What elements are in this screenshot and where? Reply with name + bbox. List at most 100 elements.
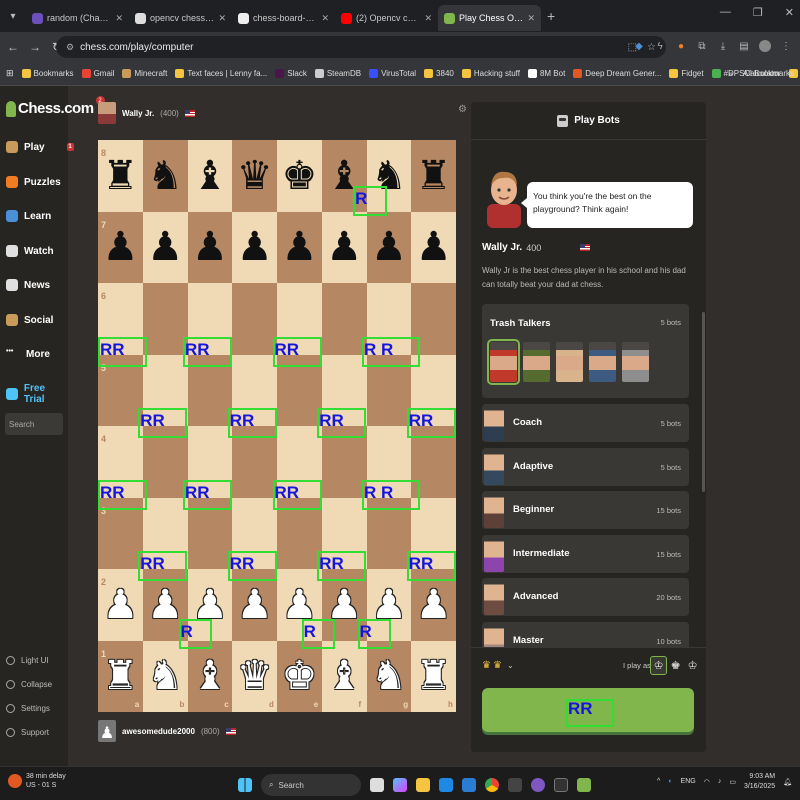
store-icon[interactable]	[462, 778, 476, 792]
trash-talker-bot-avatar[interactable]	[622, 342, 649, 382]
extension-orange-icon[interactable]: ●	[675, 40, 687, 52]
bookmark-item[interactable]: Text faces | Lenny fa...	[175, 69, 267, 78]
app-icon[interactable]	[508, 778, 522, 792]
trash-talker-bot-avatar[interactable]	[523, 342, 550, 382]
sidebar-search-input[interactable]	[5, 413, 63, 435]
board-square[interactable]	[142, 283, 188, 355]
extension-shield-icon[interactable]: ◆	[633, 40, 645, 52]
new-tab-button[interactable]: +	[547, 8, 555, 24]
panel-scrollbar[interactable]	[702, 312, 705, 492]
bot-category-advanced[interactable]: Advanced 20 bots	[482, 578, 689, 617]
all-bookmarks-folder[interactable]: All Bookmarks	[743, 69, 794, 78]
tray-overflow-icon[interactable]: ^	[657, 778, 660, 785]
tab-close-icon[interactable]: ✕	[218, 13, 226, 24]
bookmark-item[interactable]: VirusTotal	[369, 69, 416, 78]
bookmark-item[interactable]: Gmail	[81, 69, 114, 78]
copilot-icon[interactable]	[393, 778, 407, 792]
sidebar-settings[interactable]: Settings	[6, 704, 50, 713]
play-as-random-option[interactable]: ♚	[668, 657, 683, 674]
player-avatar[interactable]: ♟	[98, 720, 116, 742]
sidebar-item-play[interactable]: Play 1	[6, 141, 74, 153]
start-menu-icon[interactable]	[238, 778, 252, 792]
sidebar-item-free-trial[interactable]: Free Trial	[6, 383, 68, 405]
play-as-black-option[interactable]: ♔	[685, 657, 700, 674]
black-pawn-piece[interactable]: ♟	[232, 212, 277, 284]
download-icon[interactable]: ⤓	[717, 40, 729, 52]
sidebar-collapse[interactable]: Collapse	[6, 680, 52, 689]
trash-talkers-card[interactable]: Trash Talkers 5 bots	[482, 304, 689, 398]
black-pawn-piece[interactable]: ♟	[322, 212, 367, 284]
task-view-icon[interactable]	[370, 778, 384, 792]
bookmark-item[interactable]: Bookmarks	[21, 69, 74, 78]
chesscom-logo[interactable]: Chess.com 2	[6, 96, 105, 117]
bookmark-item[interactable]: Minecraft	[122, 69, 167, 78]
edge-icon[interactable]	[439, 778, 453, 792]
browser-tab[interactable]: opencv chessboard recognition✕	[129, 5, 232, 31]
bookmark-item[interactable]: SteamDB	[314, 69, 361, 78]
apps-grid-icon[interactable]: ⊞	[6, 68, 14, 79]
weather-widget[interactable]: 38 min delay US - 01 S	[8, 772, 66, 790]
black-bishop-piece[interactable]: ♝	[188, 140, 233, 212]
black-rook-piece[interactable]: ♜	[411, 140, 456, 212]
bookmark-item[interactable]: Slack	[275, 69, 307, 78]
extension-bolt-icon[interactable]: ϟ	[654, 40, 666, 52]
difficulty-selector[interactable]: ♛ ♛ ⌄	[482, 660, 514, 671]
sidebar-light-ui[interactable]: Light UI	[6, 656, 49, 665]
sidebar-support[interactable]: Support	[6, 728, 49, 737]
bookmark-item[interactable]: Fidget	[669, 69, 704, 78]
site-info-icon[interactable]: ⚙	[66, 42, 74, 53]
tab-close-icon[interactable]: ✕	[527, 13, 535, 24]
bookmark-item[interactable]: Hacking stuff	[461, 69, 520, 78]
wifi-icon[interactable]: ◠	[704, 778, 710, 786]
taskbar-search[interactable]: ⌕ Search	[261, 774, 361, 796]
sidebar-item-more[interactable]: ••• More	[6, 348, 50, 360]
play-as-white-option[interactable]: ♔	[650, 656, 667, 675]
black-pawn-piece[interactable]: ♟	[143, 212, 188, 284]
sidebar-item-learn[interactable]: Learn	[6, 210, 51, 222]
back-icon[interactable]: ←	[4, 40, 22, 54]
black-pawn-piece[interactable]: ♟	[188, 212, 233, 284]
terminal-icon[interactable]	[554, 778, 568, 792]
sidepanel-icon[interactable]: ▤	[738, 40, 750, 52]
bot-category-coach[interactable]: Coach 5 bots	[482, 404, 689, 442]
app-icon[interactable]	[531, 778, 545, 792]
browser-menu-icon[interactable]: ⋮	[780, 40, 792, 52]
sidebar-item-social[interactable]: Social	[6, 314, 53, 326]
close-window-icon[interactable]: ✕	[785, 6, 794, 19]
bot-category-intermediate[interactable]: Intermediate 15 bots	[482, 534, 689, 573]
bot-category-beginner[interactable]: Beginner 15 bots	[482, 491, 689, 530]
bookmarks-overflow-icon[interactable]: »	[728, 69, 732, 78]
chess-board[interactable]: ♜ ♞ ♝ ♛ ♚ ♝ ♞ ♜ ♟ ♟ ♟ ♟ ♟ ♟ ♟ ♟ ♟ ♟ ♟ ♟ ♟ ♟ ♟ ♟ ♜ ♞ ♝ ♛ ♚ ♝ ♞ ♜ 8 7 6 5 4 3 2 1…	[98, 140, 456, 712]
black-pawn-piece[interactable]: ♟	[367, 212, 412, 284]
battery-icon[interactable]: ▭	[729, 778, 736, 786]
black-king-piece[interactable]: ♚	[277, 140, 322, 212]
black-knight-piece[interactable]: ♞	[143, 140, 188, 212]
tray-app-icon[interactable]: ◐	[668, 778, 672, 785]
opponent-avatar[interactable]	[98, 102, 116, 124]
black-queen-piece[interactable]: ♛	[232, 140, 277, 212]
chess-app-icon[interactable]	[577, 778, 591, 792]
extensions-puzzle-icon[interactable]: ⧉	[696, 40, 708, 52]
maximize-icon[interactable]: ❐	[753, 6, 763, 19]
browser-tab[interactable]: Play Chess Online Against the Computer✕	[438, 5, 541, 31]
forward-icon[interactable]: →	[26, 40, 44, 54]
board-settings-gear-icon[interactable]: ⚙	[458, 104, 467, 115]
file-explorer-icon[interactable]	[416, 778, 430, 792]
board-square[interactable]	[232, 283, 277, 355]
trash-talker-bot-avatar[interactable]	[556, 342, 583, 382]
profile-avatar-icon[interactable]	[759, 40, 771, 52]
address-bar[interactable]: ⚙ chess.com/play/computer ⬚ ☆	[56, 36, 666, 58]
notifications-icon[interactable]: 🔔︎	[783, 778, 792, 786]
browser-tab[interactable]: chess-board-opencv-recognition✕	[232, 5, 335, 31]
bot-category-adaptive[interactable]: Adaptive 5 bots	[482, 447, 689, 486]
browser-tab[interactable]: (2) Opencv chessboard recognition ✕	[335, 5, 438, 31]
black-pawn-piece[interactable]: ♟	[277, 212, 322, 284]
chrome-icon[interactable]	[485, 778, 499, 792]
bookmark-item[interactable]: 8M Bot	[527, 69, 565, 78]
tab-close-icon[interactable]: ✕	[115, 13, 123, 24]
tab-close-icon[interactable]: ✕	[321, 13, 329, 24]
sidebar-item-watch[interactable]: Watch	[6, 245, 54, 257]
clock[interactable]: 9:03 AM 3/16/2025	[744, 772, 775, 792]
trash-talker-bot-avatar[interactable]	[487, 339, 520, 385]
browser-tab[interactable]: random (Channel) - BREAD 3D ✕	[26, 5, 129, 31]
